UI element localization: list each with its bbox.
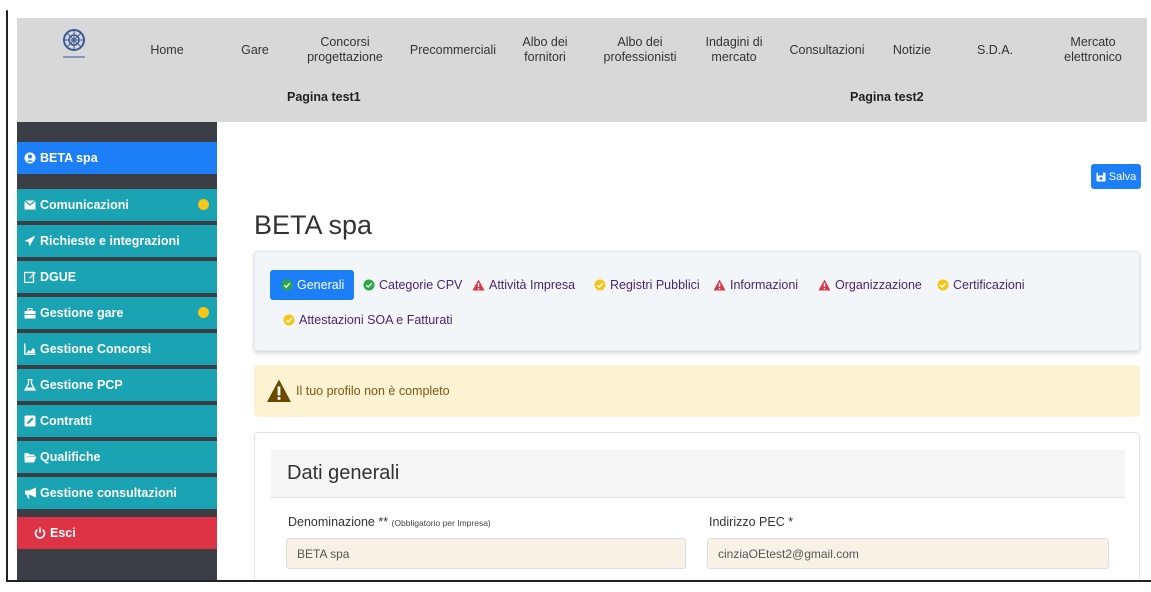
tab-organizzazione[interactable]: Organizzazione [818, 270, 922, 300]
tab-label: Generali [297, 278, 345, 292]
notification-dot [198, 307, 209, 318]
sidebar-item-gestione-concorsi[interactable]: Gestione Concorsi [17, 333, 217, 365]
nav-sda[interactable]: S.D.A. [970, 18, 1020, 82]
tab-attivita-impresa[interactable]: Attività Impresa [472, 270, 575, 300]
logo-icon[interactable] [57, 26, 91, 64]
briefcase-icon [23, 306, 37, 320]
nav-home[interactable]: Home [137, 18, 197, 82]
sidebar-item-label: Richieste e integrazioni [40, 234, 180, 248]
tab-generali[interactable]: Generali [270, 270, 355, 300]
sidebar-user-label: BETA spa [40, 151, 98, 165]
sidebar-item-dgue[interactable]: DGUE [17, 261, 217, 293]
nav-gare[interactable]: Gare [235, 18, 275, 82]
check-circle-icon [362, 279, 375, 292]
denominazione-hint: (Obbligatorio per Impresa) [391, 518, 491, 528]
save-button-label: Salva [1108, 170, 1137, 183]
nav-mercato-elettronico[interactable]: Mercato elettronico [1053, 18, 1133, 82]
tab-registri-pubblici[interactable]: Registri Pubblici [593, 270, 700, 300]
page-title: BETA spa [254, 210, 373, 240]
bullhorn-icon [23, 486, 37, 500]
check-circle-icon [280, 279, 293, 292]
sidebar-item-comunicazioni[interactable]: Comunicazioni [17, 189, 217, 221]
sidebar-user[interactable]: BETA spa [17, 142, 217, 174]
sidebar-item-gestione-consultazioni[interactable]: Gestione consultazioni [17, 477, 217, 509]
warning-triangle-icon [472, 279, 485, 292]
save-button[interactable]: Salva [1091, 164, 1141, 189]
chart-area-icon [23, 342, 37, 356]
tab-categorie-cpv[interactable]: Categorie CPV [362, 270, 462, 300]
sidebar-item-richieste[interactable]: Richieste e integrazioni [17, 225, 217, 257]
top-navigation: Home Gare Concorsi progettazione Precomm… [17, 18, 1147, 122]
sidebar-item-label: Gestione consultazioni [40, 486, 177, 500]
tab-label: Categorie CPV [379, 278, 463, 292]
sidebar-item-label: Gestione PCP [40, 378, 123, 392]
sidebar-item-gestione-gare[interactable]: Gestione gare [17, 297, 217, 329]
tab-label: Attestazioni SOA e Fatturati [299, 313, 453, 327]
warning-triangle-icon [818, 279, 831, 292]
floppy-icon [1096, 172, 1106, 181]
sidebar-item-label: Qualifiche [40, 450, 101, 464]
nav-albo-fornitori[interactable]: Albo dei fornitori [517, 18, 573, 82]
notification-dot [198, 199, 209, 210]
sidebar: BETA spa Comunicazioni Richieste e integ… [17, 122, 217, 580]
user-circle-icon [23, 151, 37, 165]
sidebar-logout[interactable]: Esci [17, 517, 217, 549]
sidebar-item-label: Comunicazioni [40, 198, 129, 212]
tab-label: Attività Impresa [489, 278, 576, 292]
power-icon [33, 526, 47, 540]
edit-icon [23, 270, 37, 284]
envelope-icon [23, 198, 37, 212]
tab-label: Certificazioni [953, 278, 1025, 292]
nav-consultazioni[interactable]: Consultazioni [782, 18, 872, 82]
dati-generali-card: Dati generali Denominazione ** (Obbligat… [254, 432, 1140, 580]
tab-label: Organizzazione [835, 278, 922, 292]
denominazione-label-text: Denominazione ** [288, 515, 389, 529]
window-bottom-edge [6, 580, 1151, 582]
tab-attestazioni-soa[interactable]: Attestazioni SOA e Fatturati [282, 305, 453, 335]
tab-label: Informazioni [730, 278, 799, 292]
folder-open-icon [23, 450, 37, 464]
sidebar-item-label: Gestione gare [40, 306, 124, 320]
sidebar-item-qualifiche[interactable]: Qualifiche [17, 441, 217, 473]
app-frame: Home Gare Concorsi progettazione Precomm… [0, 0, 1151, 592]
nav-albo-professionisti[interactable]: Albo dei professionisti [595, 18, 685, 82]
sidebar-item-label: Contratti [40, 414, 93, 428]
nav-pagina-test2[interactable]: Pagina test2 [850, 90, 924, 104]
check-circle-icon [936, 279, 949, 292]
sidebar-item-label: DGUE [40, 270, 77, 284]
pen-square-icon [23, 414, 37, 428]
pec-field[interactable]: cinziaOEtest2@gmail.com [707, 538, 1109, 569]
warning-icon [267, 379, 291, 402]
main-content: Salva BETA spa Generali Categorie CPV At… [217, 122, 1147, 580]
nav-precommerciali[interactable]: Precommerciali [403, 18, 503, 82]
sidebar-item-label: Gestione Concorsi [40, 342, 152, 356]
check-circle-icon [593, 279, 606, 292]
warning-triangle-icon [713, 279, 726, 292]
profile-incomplete-alert: Il tuo profilo non è completo [254, 365, 1140, 417]
nav-notizie[interactable]: Notizie [882, 18, 942, 82]
profile-tabs: Generali Categorie CPV Attività Impresa … [254, 251, 1140, 351]
tab-informazioni[interactable]: Informazioni [713, 270, 798, 300]
paper-plane-icon [23, 234, 37, 248]
sidebar-item-contratti[interactable]: Contratti [17, 405, 217, 437]
sidebar-logout-label: Esci [50, 526, 76, 540]
window-left-edge [6, 10, 8, 582]
nav-indagini-mercato[interactable]: Indagini di mercato [703, 18, 765, 82]
nav-pagina-test1[interactable]: Pagina test1 [287, 90, 361, 104]
alert-text: Il tuo profilo non è completo [296, 384, 450, 398]
tab-label: Registri Pubblici [610, 278, 700, 292]
flask-icon [23, 378, 37, 392]
check-circle-icon [282, 314, 295, 327]
tab-certificazioni[interactable]: Certificazioni [936, 270, 1025, 300]
denominazione-label: Denominazione ** (Obbligatorio per Impre… [288, 515, 491, 529]
nav-concorsi-progettazione[interactable]: Concorsi progettazione [295, 18, 395, 82]
pec-label: Indirizzo PEC * [709, 515, 794, 529]
sidebar-item-gestione-pcp[interactable]: Gestione PCP [17, 369, 217, 401]
denominazione-field[interactable]: BETA spa [286, 538, 686, 569]
section-title: Dati generali [271, 450, 1125, 498]
